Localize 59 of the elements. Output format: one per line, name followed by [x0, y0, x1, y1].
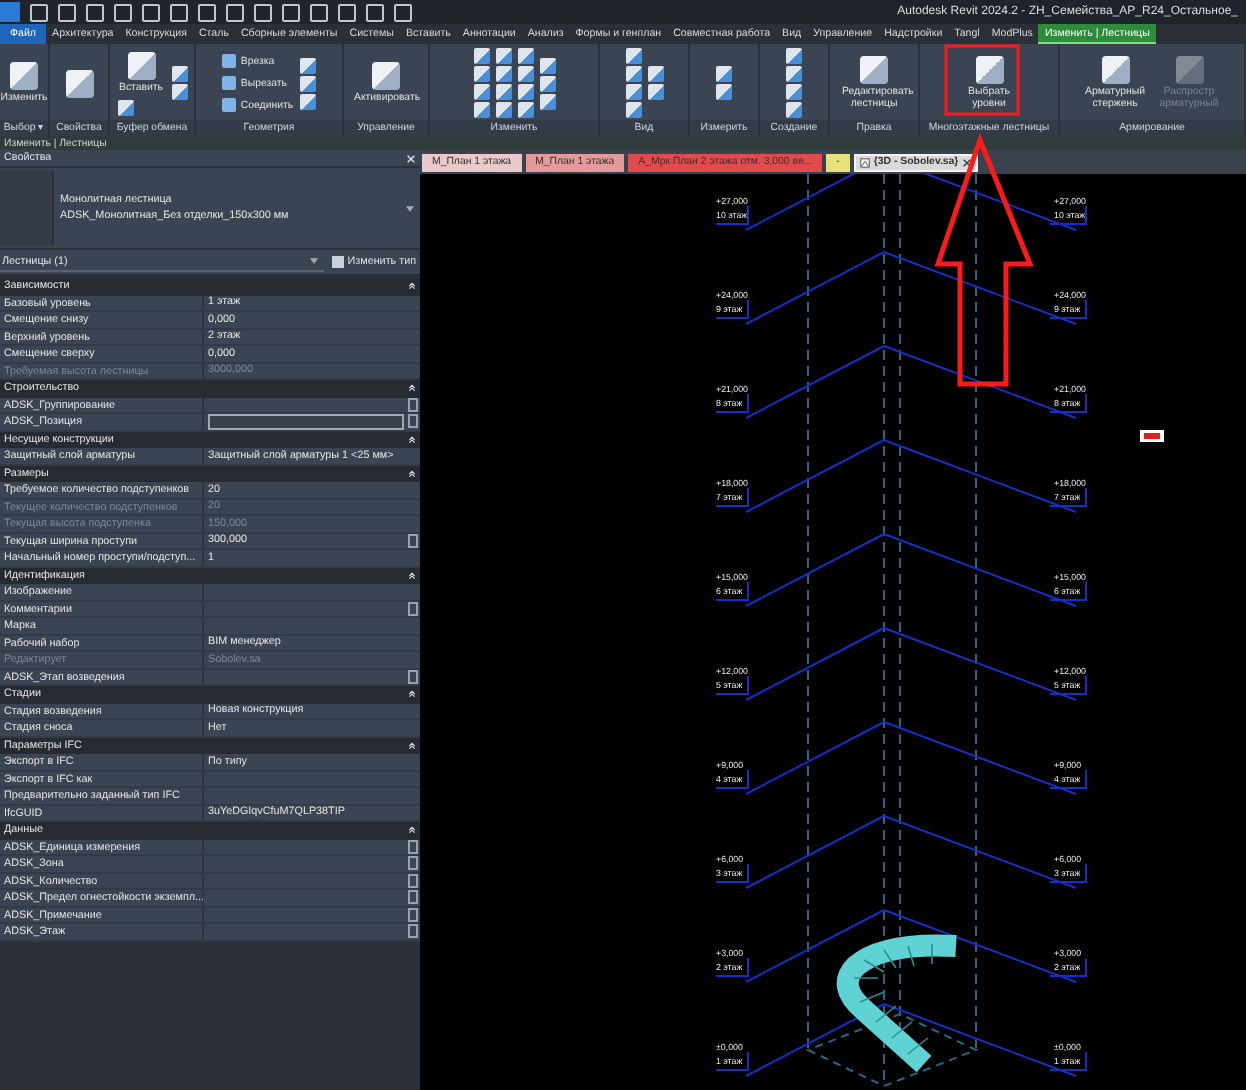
parameter-button[interactable]: [408, 873, 418, 888]
tool-icon[interactable]: [625, 84, 641, 100]
collapse-icon[interactable]: [408, 384, 416, 393]
section-marker-icon[interactable]: [1140, 430, 1164, 442]
parameter-button[interactable]: [408, 601, 418, 616]
tool-icon[interactable]: [539, 75, 555, 91]
parameter-button[interactable]: [408, 856, 418, 871]
tool-icon[interactable]: [647, 66, 663, 82]
tool-icon[interactable]: [117, 99, 133, 116]
tool-icon[interactable]: [625, 102, 641, 118]
ribbon-button[interactable]: [63, 67, 95, 99]
collapse-icon[interactable]: [408, 282, 416, 291]
tool-icon[interactable]: [473, 84, 489, 100]
level-line[interactable]: [715, 1003, 1087, 1077]
collapse-icon[interactable]: [408, 741, 416, 750]
collapse-icon[interactable]: [408, 690, 416, 699]
parameter-button[interactable]: [408, 397, 418, 412]
parameter-button[interactable]: [408, 839, 418, 854]
stair-drawing: [836, 934, 957, 1073]
collapse-icon[interactable]: [408, 435, 416, 444]
close-icon[interactable]: [962, 157, 973, 167]
tool-icon[interactable]: [495, 48, 511, 64]
parameter-button[interactable]: [408, 924, 418, 939]
tool-icon[interactable]: [517, 102, 533, 118]
level-line[interactable]: [715, 345, 1087, 419]
highlight-frame: [944, 44, 1020, 116]
parameter-button[interactable]: [408, 414, 418, 429]
tool-icon[interactable]: [539, 93, 555, 109]
tool-icon[interactable]: [495, 84, 511, 100]
tool-icon[interactable]: [299, 93, 316, 109]
collapse-icon[interactable]: [408, 469, 416, 478]
tool-icon[interactable]: [473, 48, 489, 64]
caret-icon[interactable]: [406, 205, 414, 211]
tool-icon[interactable]: [625, 48, 641, 64]
level-line[interactable]: [715, 909, 1087, 983]
tool-icon[interactable]: [647, 84, 663, 100]
tool-icon[interactable]: [299, 57, 316, 73]
view-icon: [859, 157, 870, 167]
tool-icon[interactable]: [517, 84, 533, 100]
tool-icon[interactable]: [539, 57, 555, 73]
collapse-icon[interactable]: [408, 826, 416, 835]
tool-icon[interactable]: [495, 66, 511, 82]
parameter-button[interactable]: [408, 890, 418, 905]
parameter-button[interactable]: [408, 533, 418, 548]
tool-icon[interactable]: [299, 75, 316, 91]
parameter-button[interactable]: [408, 669, 418, 684]
parameter-button[interactable]: [408, 907, 418, 922]
level-line[interactable]: [715, 251, 1087, 325]
tool-icon[interactable]: [171, 84, 187, 100]
tool-icon[interactable]: [495, 102, 511, 118]
tool-icon[interactable]: [473, 102, 489, 118]
tool-icon[interactable]: [517, 48, 533, 64]
collapse-icon[interactable]: [408, 571, 416, 580]
tool-icon[interactable]: [171, 66, 187, 82]
tool-icon[interactable]: [473, 66, 489, 82]
tool-icon[interactable]: [517, 66, 533, 82]
tool-icon[interactable]: [625, 66, 641, 82]
level-line[interactable]: [715, 174, 1087, 231]
caret-icon[interactable]: [309, 258, 318, 264]
